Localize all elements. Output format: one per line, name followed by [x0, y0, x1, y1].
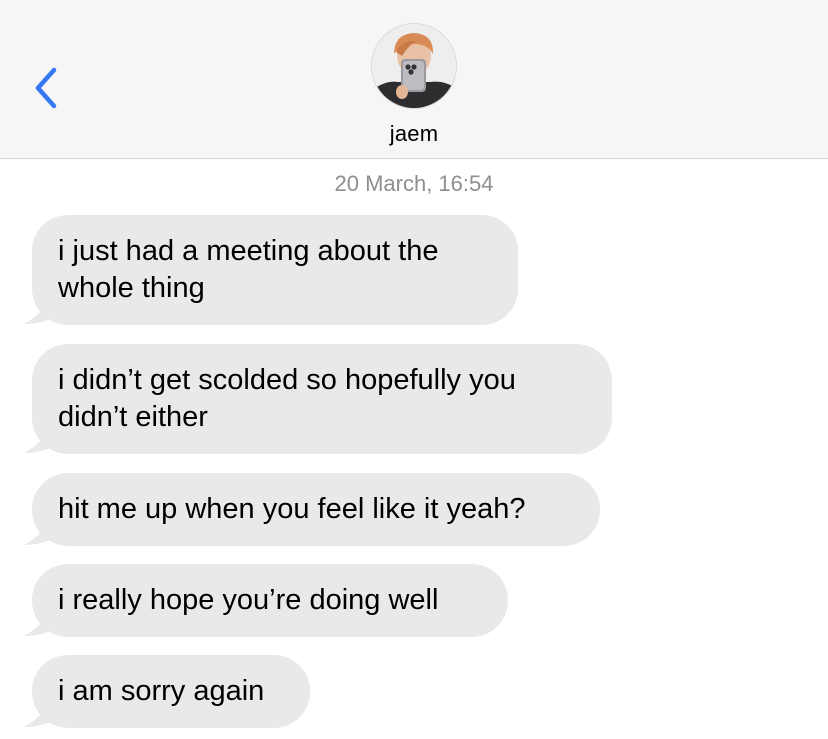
message-bubble[interactable]: i really hope you’re doing well — [32, 564, 508, 637]
avatar[interactable] — [372, 24, 456, 108]
contact-name[interactable]: jaem — [0, 121, 828, 147]
message-bubble[interactable]: hit me up when you feel like it yeah? — [32, 473, 600, 546]
back-button[interactable] — [28, 64, 68, 112]
chevron-left-icon — [35, 67, 57, 109]
message-bubble[interactable]: i didn’t get scolded so hopefully you di… — [32, 344, 612, 454]
conversation-header: jaem — [0, 0, 828, 159]
message-bubble[interactable]: i am sorry again — [32, 655, 310, 728]
message-bubble[interactable]: i just had a meeting about the whole thi… — [32, 215, 518, 325]
message-timestamp: 20 March, 16:54 — [334, 171, 494, 196]
